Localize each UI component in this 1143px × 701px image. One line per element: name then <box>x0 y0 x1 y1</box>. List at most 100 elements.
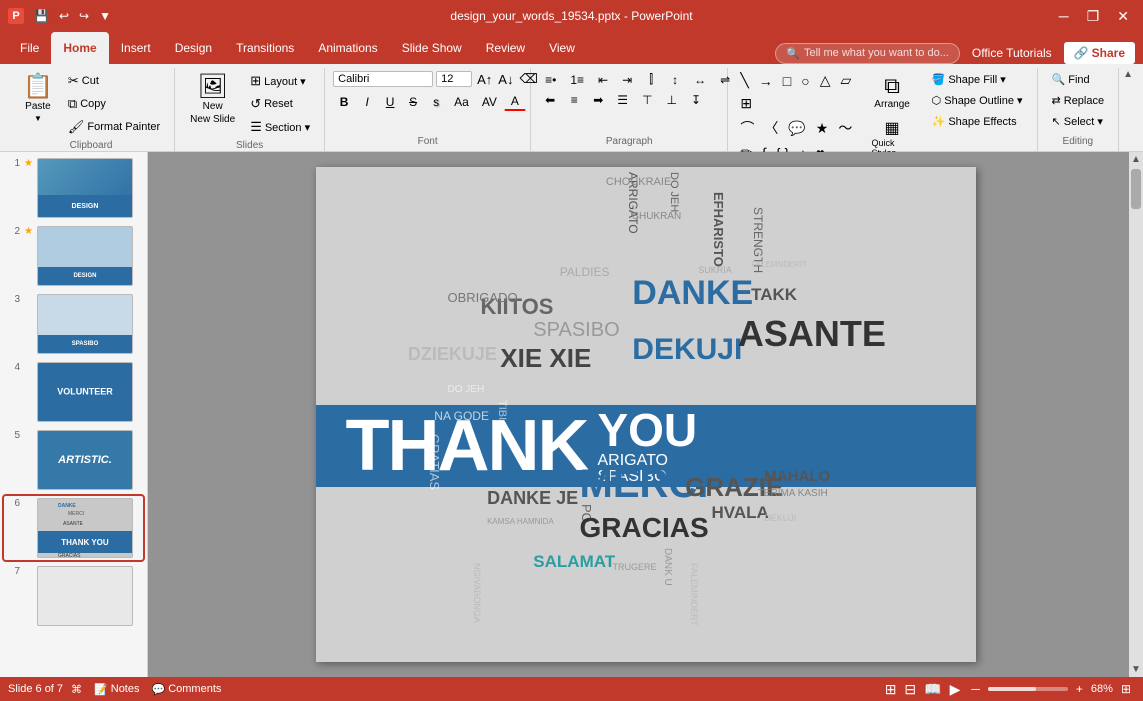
cut-button[interactable]: ✂ Cut <box>62 70 166 92</box>
justify-button[interactable]: ☰ <box>611 91 634 109</box>
arrange-button[interactable]: ⧉ Arrange <box>863 70 922 113</box>
copy-button[interactable]: ⧉ Copy <box>62 93 166 115</box>
fit-slide-button[interactable]: ⊞ <box>1117 680 1135 698</box>
shape-wave-button[interactable]: 〜 <box>834 116 856 140</box>
shape-outline-button[interactable]: ⬡ Shape Outline ▾ <box>926 91 1029 110</box>
tab-file[interactable]: File <box>8 32 51 64</box>
shape-line-button[interactable]: ╲ <box>736 70 752 91</box>
shape-curved-button[interactable]: ⌒ <box>736 116 758 140</box>
underline-button[interactable]: U <box>379 92 401 111</box>
slide-thumb-5[interactable]: 5 ★ ARTISTIC. <box>4 428 143 492</box>
select-button[interactable]: ↖ Select ▾ <box>1046 112 1109 131</box>
char-spacing-button[interactable]: AV <box>476 92 503 111</box>
undo-button[interactable]: ↩ <box>55 7 73 25</box>
layout-button[interactable]: ⊞ Layout ▾ <box>244 70 316 92</box>
ribbon-collapse-button[interactable]: ▲ <box>1121 68 1135 81</box>
shadow-button[interactable]: s <box>425 92 447 111</box>
shape-tri-button[interactable]: △ <box>816 70 835 91</box>
shape-rect-button[interactable]: □ <box>779 70 795 91</box>
slide-thumb-1[interactable]: 1 ★ DESIGN <box>4 156 143 220</box>
slide-thumb-4[interactable]: 4 ★ VOLUNTEER <box>4 360 143 424</box>
scroll-thumb[interactable] <box>1131 169 1141 209</box>
slide-thumb-3[interactable]: 3 ★ SPASIBO <box>4 292 143 356</box>
decrease-indent-button[interactable]: ⇤ <box>592 70 614 89</box>
line-spacing-button[interactable]: ↕ <box>664 70 686 89</box>
numbering-button[interactable]: 1≡ <box>564 70 590 89</box>
status-bar: Slide 6 of 7 ⌘ 📝 Notes 💬 Comments ⊞ ⊟ 📖 … <box>0 677 1143 701</box>
shape-callout-button[interactable]: 💬 <box>784 116 809 140</box>
minimize-button[interactable]: ─ <box>1053 6 1075 26</box>
tab-slideshow[interactable]: Slide Show <box>390 32 474 64</box>
align-right-button[interactable]: ➡ <box>587 91 609 109</box>
increase-indent-button[interactable]: ⇥ <box>616 70 638 89</box>
font-increase-button[interactable]: A↑ <box>475 70 494 88</box>
slide-thumb-6[interactable]: 6 ★ THANK YOU DANKE MERCI ASANTE GRACIAS <box>4 496 143 560</box>
align-middle-button[interactable]: ⊥ <box>660 91 682 109</box>
font-decrease-button[interactable]: A↓ <box>496 70 515 88</box>
redo-button[interactable]: ↪ <box>75 7 93 25</box>
tab-insert[interactable]: Insert <box>109 32 163 64</box>
tab-transitions[interactable]: Transitions <box>224 32 306 64</box>
tab-view[interactable]: View <box>537 32 587 64</box>
shape-bracket-button[interactable]: 〈 <box>760 116 782 140</box>
close-button[interactable]: ✕ <box>1111 6 1135 27</box>
tab-review[interactable]: Review <box>474 32 537 64</box>
office-tutorials-link[interactable]: Office Tutorials <box>964 42 1060 64</box>
reading-view-button[interactable]: 📖 <box>921 680 944 699</box>
zoom-slider[interactable] <box>988 687 1068 691</box>
wc-danku: DANK U <box>662 548 672 586</box>
normal-view-button[interactable]: ⊞ <box>882 680 900 699</box>
share-button[interactable]: 🔗 Share <box>1064 42 1135 64</box>
shape-arrow-button[interactable]: → <box>755 70 777 91</box>
case-button[interactable]: Aa <box>448 92 475 111</box>
wc-dziekuje: DZIEKUJE <box>408 345 497 363</box>
slide-area: DANKE EFHARISTO STRENGTH ARRIGATO DO JEH… <box>148 152 1143 677</box>
slide-canvas[interactable]: DANKE EFHARISTO STRENGTH ARRIGATO DO JEH… <box>316 167 976 662</box>
scroll-down-button[interactable]: ▼ <box>1129 662 1143 677</box>
font-name-input[interactable] <box>333 71 433 87</box>
shape-circle-button[interactable]: ○ <box>797 70 813 91</box>
scroll-up-button[interactable]: ▲ <box>1129 152 1143 167</box>
shape-effects-button[interactable]: ✨ Shape Effects <box>926 112 1029 131</box>
shape-para-button[interactable]: ▱ <box>836 70 855 91</box>
bold-button[interactable]: B <box>333 92 355 111</box>
section-button[interactable]: ☰ Section ▾ <box>244 116 316 138</box>
save-button[interactable]: 💾 <box>30 7 53 25</box>
direction-button[interactable]: ↔ <box>688 70 712 89</box>
bullets-button[interactable]: ≡• <box>539 70 562 89</box>
font-color-button[interactable]: A <box>504 92 526 111</box>
quick-access-toolbar: 💾 ↩ ↪ ▼ <box>30 7 115 25</box>
align-center-button[interactable]: ≡ <box>563 91 585 109</box>
slide-image-5: ARTISTIC. <box>37 430 133 490</box>
shape-more-button[interactable]: ⊞ <box>736 93 756 114</box>
format-painter-button[interactable]: 🖌 Format Painter <box>62 116 166 138</box>
zoom-out-button[interactable]: ─ <box>967 680 984 698</box>
shape-star-button[interactable]: ★ <box>812 116 833 140</box>
align-left-button[interactable]: ⬅ <box>539 91 561 109</box>
reset-button[interactable]: ↺ Reset <box>244 93 316 115</box>
strikethrough-button[interactable]: S <box>402 92 424 111</box>
shape-fill-button[interactable]: 🪣 Shape Fill ▾ <box>926 70 1029 89</box>
replace-button[interactable]: ⇄ Replace <box>1046 91 1111 110</box>
find-button[interactable]: 🔍 Find <box>1046 70 1096 89</box>
tab-home[interactable]: Home <box>51 32 108 64</box>
slide-thumb-2[interactable]: 2 ★ DESIGN <box>4 224 143 288</box>
align-bottom-button[interactable]: ↧ <box>685 91 707 109</box>
slide-thumb-7[interactable]: 7 ★ <box>4 564 143 628</box>
tell-me-input[interactable]: 🔍 Tell me what you want to do... <box>775 43 960 64</box>
zoom-in-button[interactable]: + <box>1072 680 1087 698</box>
customize-quick-access-button[interactable]: ▼ <box>95 7 115 25</box>
tab-animations[interactable]: Animations <box>306 32 389 64</box>
comments-button[interactable]: 💬 Comments <box>148 681 226 698</box>
paste-button[interactable]: 📋 Paste ▼ <box>16 70 60 128</box>
columns-button[interactable]: ⫿ <box>640 70 662 89</box>
slideshow-view-button[interactable]: ▶ <box>947 680 964 699</box>
slide-sorter-button[interactable]: ⊟ <box>901 680 919 699</box>
italic-button[interactable]: I <box>356 92 378 111</box>
new-slide-button[interactable]: 🖼 New New Slide <box>183 70 242 130</box>
font-size-input[interactable] <box>436 71 472 87</box>
align-top-button[interactable]: ⊤ <box>636 91 658 109</box>
restore-button[interactable]: ❐ <box>1081 6 1106 27</box>
tab-design[interactable]: Design <box>163 32 224 64</box>
notes-button[interactable]: 📝 Notes <box>90 681 143 698</box>
